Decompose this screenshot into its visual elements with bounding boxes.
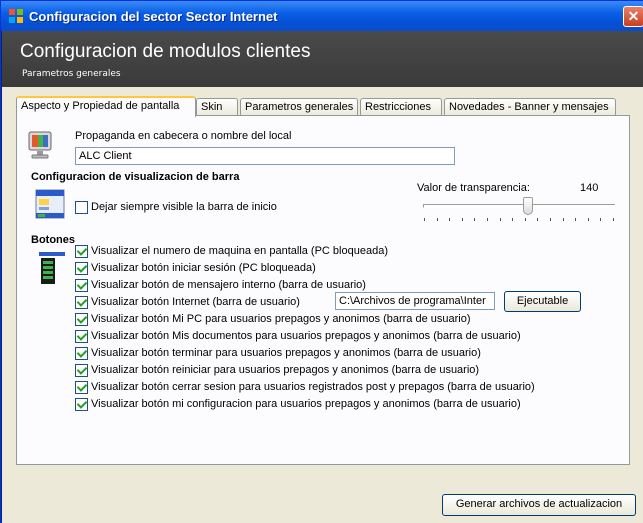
slider-tick [537, 218, 539, 221]
transparency-slider[interactable] [419, 196, 619, 224]
botones-heading: Botones [31, 234, 75, 246]
boton-option-row[interactable]: Visualizar botón Mis documentos para usu… [75, 329, 575, 344]
boton-option-label: Visualizar botón terminar para usuarios … [91, 347, 481, 359]
window-taskbar-icon [35, 189, 65, 219]
slider-tick [487, 218, 488, 221]
boton-option-label: Visualizar botón Mis documentos para usu… [91, 330, 521, 342]
close-button[interactable]: ✕ [623, 6, 643, 27]
slider-tick [499, 218, 501, 221]
slider-tick [449, 218, 451, 221]
slider-tick [587, 218, 589, 221]
boton-option-row[interactable]: Visualizar botón de mensajero interno (b… [75, 278, 575, 293]
tab-aspecto[interactable]: Aspecto y Propiedad de pantalla [16, 96, 196, 117]
slider-tick [613, 218, 614, 221]
boton-option-row[interactable]: Visualizar botón Mi PC para usuarios pre… [75, 312, 575, 327]
generate-updates-button[interactable]: Generar archivos de actualizacion [442, 494, 636, 516]
slider-tick [474, 218, 476, 221]
slider-tick [524, 218, 526, 221]
boton-option-checkbox[interactable] [75, 381, 88, 394]
boton-option-checkbox[interactable] [75, 245, 88, 258]
boton-option-label: Visualizar botón Internet (barra de usua… [91, 296, 300, 308]
page-subtitle: Parametros generales [22, 69, 121, 79]
boton-option-checkbox[interactable] [75, 330, 88, 343]
boton-option-label: Visualizar botón reiniciar para usuarios… [91, 364, 480, 376]
app-window: Configuracion del sector Sector Internet… [0, 0, 643, 523]
barra-visible-row[interactable]: Dejar siempre visible la barra de inicio [75, 200, 335, 215]
tab-skin[interactable]: Skin [196, 98, 238, 116]
boton-option-checkbox[interactable] [75, 262, 88, 275]
boton-option-row[interactable]: Visualizar botón Internet (barra de usua… [75, 295, 575, 310]
boton-option-label: Visualizar botón iniciar sesión (PC bloq… [91, 262, 316, 274]
slider-tick [512, 218, 514, 221]
page-title: Configuracion de modulos clientes [20, 41, 311, 62]
boton-option-row[interactable]: Visualizar el numero de maquina en panta… [75, 244, 575, 259]
slider-tick [550, 218, 551, 221]
boton-option-row[interactable]: Visualizar botón iniciar sesión (PC bloq… [75, 261, 575, 276]
transparency-value: 140 [580, 182, 599, 194]
header-banner: Configuracion de modulos clientes Parame… [2, 31, 643, 87]
slider-thumb[interactable] [523, 197, 534, 215]
client-area: Aspecto y Propiedad de pantalla Skin Par… [2, 87, 643, 523]
slider-tick [436, 218, 438, 221]
boton-option-label: Visualizar botón Mi PC para usuarios pre… [91, 313, 471, 325]
boton-option-checkbox[interactable] [75, 279, 88, 292]
boton-option-checkbox[interactable] [75, 364, 88, 377]
barra-visible-label: Dejar siempre visible la barra de inicio [91, 201, 277, 213]
monitor-icon [28, 131, 52, 159]
slider-tick [461, 218, 463, 221]
slider-tick [600, 218, 602, 221]
boton-option-row[interactable]: Visualizar botón mi configuracion para u… [75, 397, 575, 412]
transparency-label: Valor de transparencia: [417, 182, 530, 194]
boton-option-label: Visualizar el numero de maquina en panta… [91, 245, 388, 257]
boton-option-checkbox[interactable] [75, 398, 88, 411]
boton-option-checkbox[interactable] [75, 313, 88, 326]
boton-option-row[interactable]: Visualizar botón cerrar sesion para usua… [75, 380, 575, 395]
app-icon [9, 9, 23, 23]
boton-option-label: Visualizar botón mi configuracion para u… [91, 398, 521, 410]
tab-strip: Aspecto y Propiedad de pantalla Skin Par… [16, 96, 636, 117]
slider-tick [575, 218, 577, 221]
slider-tick [562, 218, 564, 221]
window-title: Configuracion del sector Sector Internet [29, 9, 278, 24]
slider-track [423, 204, 615, 208]
boton-option-checkbox[interactable] [75, 296, 88, 309]
tab-panel: Propaganda en cabecera o nombre del loca… [16, 115, 630, 465]
propaganda-input[interactable]: ALC Client [75, 147, 455, 165]
tab-restricciones[interactable]: Restricciones [360, 98, 442, 116]
propaganda-label: Propaganda en cabecera o nombre del loca… [75, 130, 292, 142]
ejecutable-button[interactable]: Ejecutable [504, 291, 581, 312]
button-bar-icon [39, 252, 65, 284]
boton-option-label: Visualizar botón cerrar sesion para usua… [91, 381, 535, 393]
boton-option-checkbox[interactable] [75, 347, 88, 360]
barra-heading: Configuracion de visualizacion de barra [31, 171, 240, 183]
tab-parametros[interactable]: Parametros generales [240, 98, 358, 116]
boton-option-row[interactable]: Visualizar botón reiniciar para usuarios… [75, 363, 575, 378]
barra-visible-checkbox[interactable] [75, 201, 88, 214]
tab-novedades[interactable]: Novedades - Banner y mensajes [444, 98, 616, 116]
boton-option-row[interactable]: Visualizar botón terminar para usuarios … [75, 346, 575, 361]
title-bar[interactable]: Configuracion del sector Sector Internet… [1, 1, 643, 31]
boton-option-label: Visualizar botón de mensajero interno (b… [91, 279, 366, 291]
slider-tick [424, 218, 425, 221]
internet-path-input[interactable]: C:\Archivos de programa\Inter [335, 292, 495, 310]
